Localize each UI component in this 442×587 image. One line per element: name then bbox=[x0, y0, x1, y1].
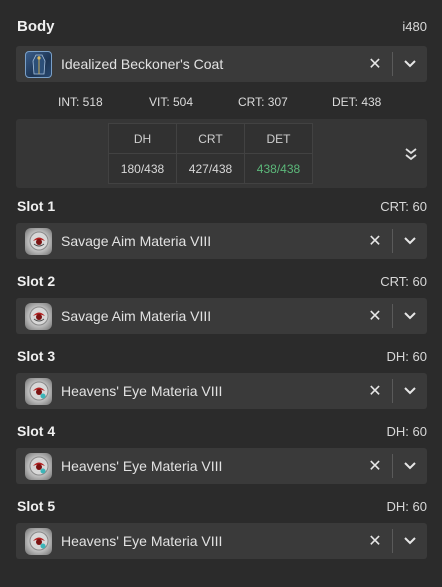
slot-5-clear-button[interactable]: ✕ bbox=[362, 528, 388, 554]
stat-vit: VIT: 504 bbox=[149, 95, 194, 109]
meld-cap-table: DH CRT DET 180/438 427/438 438/438 bbox=[108, 123, 313, 184]
slot-4-materia-select[interactable]: Heavens' Eye Materia VIII ✕ bbox=[16, 448, 427, 484]
slot-title: Slot 2 bbox=[17, 273, 56, 289]
divider bbox=[392, 304, 393, 328]
slot-2-header: Slot 2 CRT: 60 bbox=[17, 273, 427, 289]
slot-materia-name: Heavens' Eye Materia VIII bbox=[61, 383, 223, 399]
stat-det: DET: 438 bbox=[332, 95, 382, 109]
meld-value-dh: 180/438 bbox=[108, 153, 177, 184]
close-icon: ✕ bbox=[368, 533, 382, 550]
stat-int: INT: 518 bbox=[58, 95, 103, 109]
chevron-down-icon bbox=[404, 537, 416, 545]
slot-title: Slot 4 bbox=[17, 423, 56, 439]
slot-3-materia-select[interactable]: Heavens' Eye Materia VIII ✕ bbox=[16, 373, 427, 409]
body-clear-button[interactable]: ✕ bbox=[362, 51, 388, 77]
coat-icon bbox=[25, 50, 52, 78]
body-title: Body bbox=[17, 18, 55, 35]
slot-2-dropdown-button[interactable] bbox=[399, 303, 421, 329]
chevron-down-icon bbox=[404, 312, 416, 320]
slot-3-clear-button[interactable]: ✕ bbox=[362, 378, 388, 404]
slot-title: Slot 1 bbox=[17, 198, 56, 214]
heavens-eye-materia-icon bbox=[25, 452, 52, 480]
slot-4-header: Slot 4 DH: 60 bbox=[17, 423, 427, 439]
slot-stat: CRT: 60 bbox=[380, 198, 427, 214]
savage-aim-materia-icon bbox=[25, 302, 52, 330]
savage-aim-materia-icon bbox=[25, 227, 52, 255]
close-icon: ✕ bbox=[368, 233, 382, 250]
meld-header-dh: DH bbox=[108, 123, 177, 154]
close-icon: ✕ bbox=[368, 308, 382, 325]
divider bbox=[392, 454, 393, 478]
stat-crt: CRT: 307 bbox=[238, 95, 288, 109]
chevron-down-icon bbox=[404, 60, 416, 68]
slot-stat: DH: 60 bbox=[386, 423, 427, 439]
body-header: Body i480 bbox=[17, 18, 427, 35]
slot-2-materia-select[interactable]: Savage Aim Materia VIII ✕ bbox=[16, 298, 427, 334]
slot-3-header: Slot 3 DH: 60 bbox=[17, 348, 427, 364]
body-dropdown-button[interactable] bbox=[399, 51, 421, 77]
slot-stat: CRT: 60 bbox=[380, 273, 427, 289]
close-icon: ✕ bbox=[368, 56, 382, 73]
slot-materia-name: Heavens' Eye Materia VIII bbox=[61, 458, 223, 474]
slot-title: Slot 3 bbox=[17, 348, 56, 364]
slot-title: Slot 5 bbox=[17, 498, 56, 514]
meld-header-crt: CRT bbox=[176, 123, 245, 154]
slot-stat: DH: 60 bbox=[386, 498, 427, 514]
slot-5-header: Slot 5 DH: 60 bbox=[17, 498, 427, 514]
body-item-select[interactable]: Idealized Beckoner's Coat ✕ bbox=[16, 46, 427, 82]
meld-summary-panel: DH CRT DET 180/438 427/438 438/438 bbox=[16, 119, 427, 188]
close-icon: ✕ bbox=[368, 383, 382, 400]
item-level: i480 bbox=[402, 19, 427, 34]
slot-materia-name: Savage Aim Materia VIII bbox=[61, 308, 212, 324]
close-icon: ✕ bbox=[368, 458, 382, 475]
slot-3-dropdown-button[interactable] bbox=[399, 378, 421, 404]
slot-4-dropdown-button[interactable] bbox=[399, 453, 421, 479]
slot-materia-name: Savage Aim Materia VIII bbox=[61, 233, 212, 249]
heavens-eye-materia-icon bbox=[25, 377, 52, 405]
body-item-name: Idealized Beckoner's Coat bbox=[61, 56, 224, 72]
slot-5-dropdown-button[interactable] bbox=[399, 528, 421, 554]
double-chevron-down-icon bbox=[405, 148, 417, 161]
slot-5-materia-select[interactable]: Heavens' Eye Materia VIII ✕ bbox=[16, 523, 427, 559]
heavens-eye-materia-icon bbox=[25, 527, 52, 555]
meld-value-crt: 427/438 bbox=[176, 153, 245, 184]
slot-1-clear-button[interactable]: ✕ bbox=[362, 228, 388, 254]
slot-stat: DH: 60 bbox=[386, 348, 427, 364]
slot-1-header: Slot 1 CRT: 60 bbox=[17, 198, 427, 214]
divider bbox=[392, 379, 393, 403]
divider bbox=[392, 229, 393, 253]
slot-materia-name: Heavens' Eye Materia VIII bbox=[61, 533, 223, 549]
chevron-down-icon bbox=[404, 462, 416, 470]
meld-header-det: DET bbox=[244, 123, 313, 154]
slot-1-dropdown-button[interactable] bbox=[399, 228, 421, 254]
chevron-down-icon bbox=[404, 387, 416, 395]
meld-value-det: 438/438 bbox=[244, 153, 313, 184]
divider bbox=[392, 52, 393, 76]
slot-4-clear-button[interactable]: ✕ bbox=[362, 453, 388, 479]
divider bbox=[392, 529, 393, 553]
chevron-down-icon bbox=[404, 237, 416, 245]
slot-2-clear-button[interactable]: ✕ bbox=[362, 303, 388, 329]
slot-1-materia-select[interactable]: Savage Aim Materia VIII ✕ bbox=[16, 223, 427, 259]
expand-button[interactable] bbox=[403, 146, 419, 162]
